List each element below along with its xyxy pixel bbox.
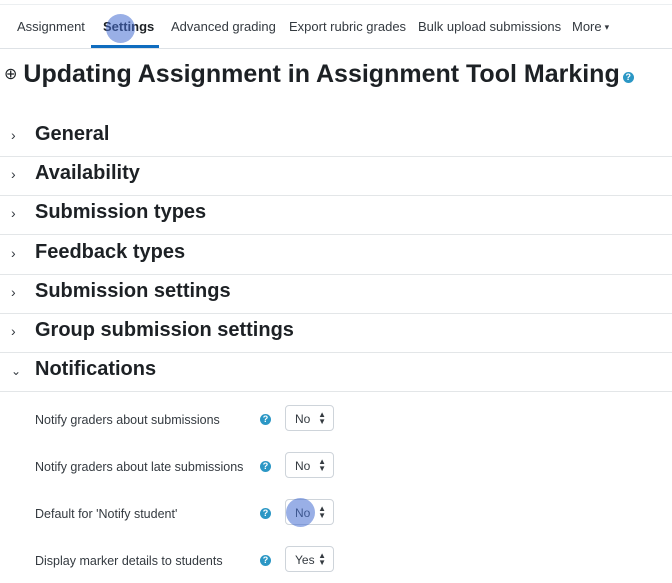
section-title: Submission settings — [35, 280, 231, 302]
chevron-right-icon: › — [11, 245, 16, 261]
active-tab-indicator — [91, 45, 159, 48]
field-label-display-marker-details: Display marker details to students — [35, 554, 223, 568]
chevron-down-icon: ▾ — [604, 22, 610, 32]
chevron-right-icon: › — [11, 166, 16, 182]
tab-assignment[interactable]: Assignment — [17, 19, 85, 34]
page-title-text: Updating Assignment in Assignment Tool M… — [23, 60, 620, 88]
section-availability[interactable]: › Availability — [0, 155, 672, 196]
tab-export-rubric-grades[interactable]: Export rubric grades — [289, 19, 406, 34]
top-divider — [0, 4, 672, 5]
sort-arrows-icon: ▲ ▼ — [318, 457, 326, 473]
section-title: Availability — [35, 162, 140, 184]
section-title: Submission types — [35, 201, 207, 223]
tab-settings[interactable]: Settings — [103, 19, 154, 34]
chevron-right-icon: › — [11, 284, 16, 300]
default-notify-student-select[interactable]: No ▲ ▼ — [285, 499, 334, 525]
notify-graders-late-select[interactable]: No ▲ ▼ — [285, 452, 334, 478]
section-title: Group submission settings — [35, 319, 294, 341]
select-value: Yes — [295, 553, 315, 567]
section-submission-types[interactable]: › Submission types — [0, 194, 672, 235]
tab-bulk-upload-submissions[interactable]: Bulk upload submissions — [418, 19, 561, 34]
section-submission-settings[interactable]: › Submission settings — [0, 273, 672, 314]
display-marker-details-select[interactable]: Yes ▲ ▼ — [285, 546, 334, 572]
select-value: No — [295, 412, 311, 426]
help-icon[interactable]: ? — [622, 72, 634, 83]
chevron-right-icon: › — [11, 205, 16, 221]
section-feedback-types[interactable]: › Feedback types — [0, 234, 672, 275]
chevron-right-icon: › — [11, 323, 16, 339]
secondary-navigation: Assignment Settings Advanced grading Exp… — [0, 0, 672, 49]
tab-more-label: More — [572, 19, 602, 34]
field-label-notify-graders-late: Notify graders about late submissions — [35, 460, 244, 474]
section-title: General — [35, 123, 110, 145]
help-icon[interactable]: ? — [260, 508, 271, 519]
chevron-down-icon: ⌄ — [11, 364, 22, 378]
section-title: Feedback types — [35, 241, 186, 263]
chevron-right-icon: › — [11, 127, 16, 143]
tab-more[interactable]: More ▾ — [572, 19, 609, 34]
field-label-notify-graders: Notify graders about submissions — [35, 413, 220, 427]
section-notifications[interactable]: ⌄ Notifications — [0, 351, 672, 392]
select-value: No — [295, 459, 311, 473]
field-label-default-notify-student: Default for 'Notify student' — [35, 507, 178, 521]
edit-icon: ⊕ — [4, 66, 18, 83]
sort-arrows-icon: ▲ ▼ — [318, 504, 326, 520]
sort-arrows-icon: ▲ ▼ — [318, 551, 326, 567]
section-title: Notifications — [35, 358, 157, 380]
help-icon[interactable]: ? — [260, 555, 271, 566]
help-icon[interactable]: ? — [260, 414, 271, 425]
section-general[interactable]: › General — [0, 116, 672, 157]
page-title: ⊕ Updating Assignment in Assignment Tool … — [4, 60, 634, 89]
section-group-submission-settings[interactable]: › Group submission settings — [0, 312, 672, 353]
select-value: No — [295, 506, 311, 520]
notify-graders-select[interactable]: No ▲ ▼ — [285, 405, 334, 431]
tab-advanced-grading[interactable]: Advanced grading — [171, 19, 276, 34]
sort-arrows-icon: ▲ ▼ — [318, 410, 326, 426]
help-icon[interactable]: ? — [260, 461, 271, 472]
